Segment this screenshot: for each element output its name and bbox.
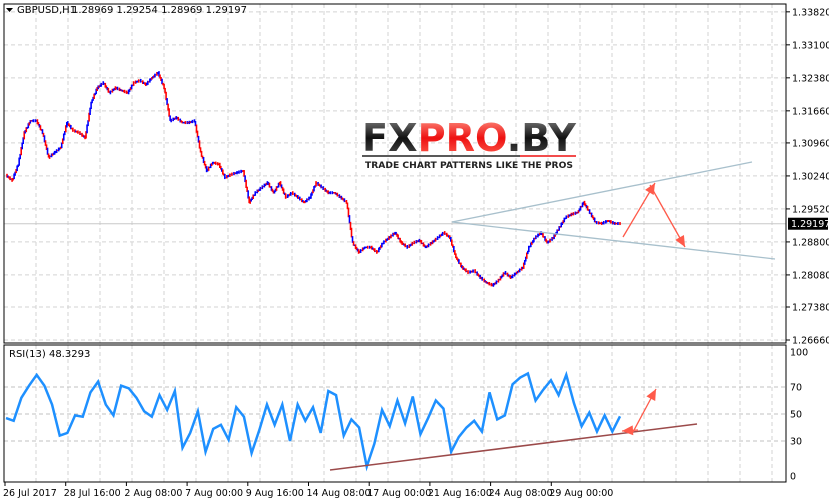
time-tick-label: 28 Jul 16:00 <box>64 488 121 499</box>
current-price-label: 1.29197 <box>791 219 829 230</box>
arrow-down-head-icon <box>675 234 685 247</box>
fxpro-logo: FXPRO.BY TRADE CHART PATTERNS LIKE THE P… <box>362 116 576 171</box>
rsi-tick-label: 100 <box>790 348 808 359</box>
rsi-trendline <box>329 423 698 471</box>
rsi-tick-label: 70 <box>790 383 802 394</box>
price-tick-label: 1.28800 <box>792 237 829 248</box>
price-tick-label: 1.28080 <box>792 270 829 281</box>
rsi-tick-label: 30 <box>790 437 802 448</box>
time-tick-label: 17 Aug 00:00 <box>367 488 431 499</box>
price-tick-label: 1.33820 <box>792 7 829 18</box>
logo-tagline: TRADE CHART PATTERNS LIKE THE PROS <box>365 161 573 171</box>
time-tick-label: 29 Aug 00:00 <box>549 488 613 499</box>
lower-trendline <box>451 221 776 260</box>
chart-canvas: FXPRO.BY TRADE CHART PATTERNS LIKE THE P… <box>3 3 829 499</box>
logo-brand: FXPRO.BY <box>362 116 576 160</box>
price-tick-label: 1.26660 <box>792 336 829 347</box>
rsi-tick-label: 50 <box>790 410 802 421</box>
axes: 1.33820 1.33100 1.32380 1.31660 1.30960 1.302… <box>3 7 829 499</box>
time-tick-label: 21 Aug 16:00 <box>428 488 492 499</box>
ohlc-values: 1.28969 1.29254 1.28969 1.29197 <box>72 5 247 16</box>
price-series <box>6 71 621 287</box>
time-tick-label: 26 Jul 2017 <box>3 488 57 499</box>
price-tick-label: 1.30240 <box>792 171 829 182</box>
price-tick-label: 1.27380 <box>792 303 829 314</box>
price-tick-label: 1.30960 <box>792 138 829 149</box>
arrow-up-head-icon <box>645 183 655 196</box>
price-tick-label: 1.32380 <box>792 73 829 84</box>
price-tick-label: 1.29520 <box>792 204 829 215</box>
rsi-label: RSI(13) 48.3293 <box>9 349 90 360</box>
time-tick-label: 24 Aug 08:00 <box>489 488 553 499</box>
upper-trendline <box>451 161 753 223</box>
price-tick-label: 1.33100 <box>792 40 829 51</box>
time-tick-label: 2 Aug 08:00 <box>124 488 182 499</box>
time-tick-label: 9 Aug 16:00 <box>246 488 304 499</box>
symbol-label: GBPUSD,H1 <box>17 5 76 16</box>
price-panel-frame <box>3 3 787 344</box>
time-tick-label: 14 Aug 08:00 <box>307 488 371 499</box>
rsi-tick-label: 0 <box>790 472 796 483</box>
price-tick-label: 1.31660 <box>792 106 829 117</box>
time-tick-label: 7 Aug 00:00 <box>185 488 243 499</box>
